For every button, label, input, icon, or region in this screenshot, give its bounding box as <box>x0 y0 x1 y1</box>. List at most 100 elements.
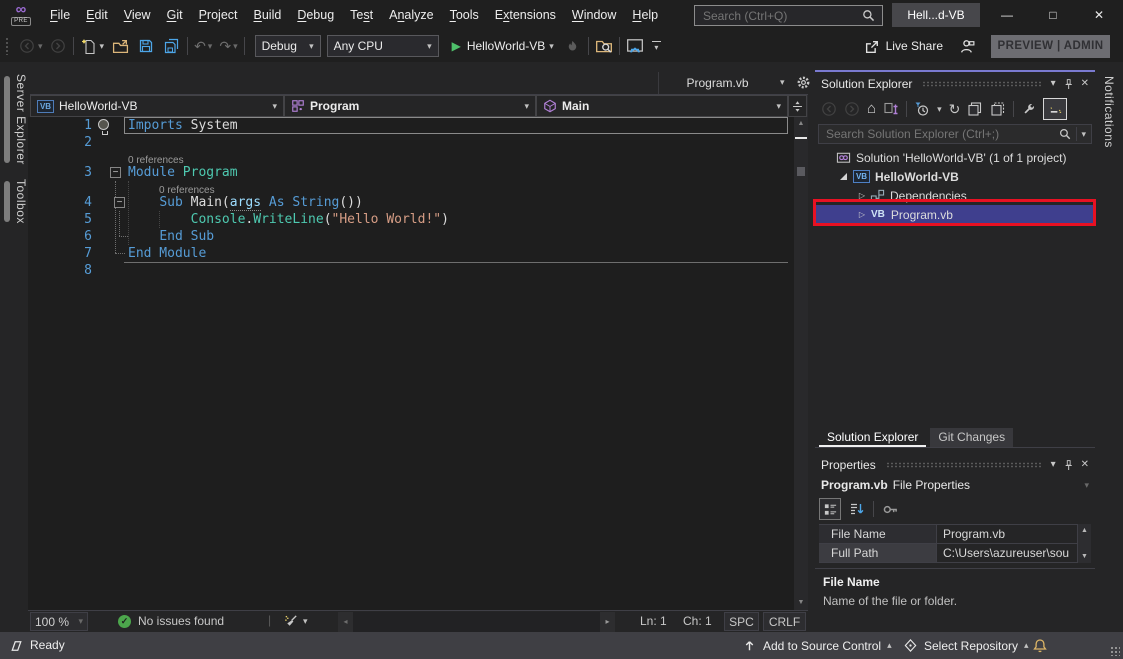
startup-dropdown-caret[interactable]: ▾ <box>549 42 554 51</box>
tool-tab-notifications[interactable]: Notifications <box>1095 74 1123 150</box>
solution-configuration-dropdown[interactable]: Debug ▾ <box>255 35 321 57</box>
line-indicator[interactable]: Ln: 1 <box>640 614 667 628</box>
add-to-source-control-button[interactable]: Add to Source Control ▴ <box>742 638 892 653</box>
solution-explorer-search-box[interactable]: ▾ <box>818 124 1092 144</box>
undo-dropdown-caret[interactable]: ▾ <box>208 42 213 51</box>
zoom-dropdown[interactable]: 100 % ▾ <box>30 612 88 631</box>
redo-dropdown-caret[interactable]: ▾ <box>233 42 238 51</box>
pending-changes-filter-icon[interactable] <box>914 101 930 117</box>
horizontal-scrollbar-track[interactable] <box>353 612 600 632</box>
tree-item-solution-helloworld-vb-1-of-1-project-[interactable]: Solution 'HelloWorld-VB' (1 of 1 project… <box>815 148 1095 167</box>
close-panel-icon[interactable]: ✕ <box>1081 460 1089 470</box>
menu-test[interactable]: Test <box>342 0 381 30</box>
resize-grip[interactable] <box>1110 646 1120 656</box>
hscroll-left-button[interactable]: ◂ <box>338 612 353 632</box>
code-line-7[interactable]: 7End Module <box>28 245 794 262</box>
code-line-3[interactable]: 3−Module Program <box>28 164 794 181</box>
new-file-button[interactable] <box>80 34 98 58</box>
selected-object-dropdown[interactable]: Program.vb File Properties ▾ <box>821 476 1089 494</box>
show-all-files-icon[interactable] <box>990 101 1006 117</box>
properties-scrollbar[interactable]: ▲ ▼ <box>1077 524 1091 563</box>
maximize-button[interactable]: □ <box>1030 0 1076 30</box>
menu-project[interactable]: Project <box>191 0 246 30</box>
window-position-caret[interactable]: ▾ <box>1051 460 1056 470</box>
hot-reload-button[interactable] <box>564 34 582 58</box>
menu-view[interactable]: View <box>116 0 159 30</box>
scroll-up-icon[interactable]: ▲ <box>1078 524 1091 537</box>
vertical-scroll-thumb[interactable] <box>797 167 805 176</box>
preview-selected-items-toggle[interactable] <box>1043 98 1067 120</box>
solution-explorer-title-bar[interactable]: Solution Explorer ▾ ✕ <box>815 73 1095 95</box>
editor-options-gear-icon[interactable] <box>796 75 811 90</box>
startup-project-label[interactable]: HelloWorld-VB <box>467 39 545 53</box>
hscroll-right-button[interactable]: ▸ <box>600 612 615 632</box>
tab-list-caret[interactable]: ▾ <box>780 78 785 87</box>
property-pages-key-icon[interactable] <box>882 501 899 518</box>
start-debugging-button[interactable]: ▶ <box>452 39 461 53</box>
toolbar-grip[interactable] <box>5 37 10 55</box>
panel-tab-git-changes[interactable]: Git Changes <box>930 428 1013 447</box>
code-line-5[interactable]: 5 Console.WriteLine("Hello World!") <box>28 211 794 228</box>
quick-search-input[interactable] <box>701 8 861 24</box>
lightbulb-icon[interactable] <box>98 119 109 130</box>
menu-build[interactable]: Build <box>246 0 290 30</box>
expander-expanded-icon[interactable] <box>840 173 847 180</box>
code-line-6[interactable]: 6 End Sub <box>28 228 794 245</box>
issues-status-label[interactable]: No issues found <box>138 614 224 628</box>
save-all-button[interactable] <box>163 34 181 58</box>
tool-tab-toolbox[interactable]: Toolbox <box>0 177 28 226</box>
filter-caret[interactable]: ▾ <box>937 105 942 114</box>
code-editor[interactable]: 1Imports System20 references3−Module Pro… <box>28 117 794 610</box>
code-line-2[interactable]: 2 <box>28 134 794 151</box>
redo-button[interactable]: ↷ <box>219 38 231 55</box>
properties-title-bar[interactable]: Properties ▾ ✕ <box>815 454 1095 476</box>
encoding-indicator[interactable]: SPC <box>724 612 759 631</box>
web-browser-button[interactable] <box>626 34 644 58</box>
menu-tools[interactable]: Tools <box>442 0 487 30</box>
close-panel-icon[interactable]: ✕ <box>1081 79 1089 89</box>
forward-icon[interactable] <box>844 101 860 117</box>
code-line-4[interactable]: 4− Sub Main(args As String()) <box>28 194 794 211</box>
navigate-forward-button[interactable] <box>49 34 67 58</box>
fold-collapse-box[interactable]: − <box>110 167 121 178</box>
toolbar-overflow-button[interactable]: ▾ <box>652 41 661 52</box>
split-window-button[interactable] <box>788 95 807 117</box>
visual-studio-logo[interactable]: ∞ PRE <box>6 4 36 26</box>
scroll-up-icon[interactable]: ▲ <box>794 117 808 131</box>
title-drag-grip[interactable] <box>886 462 1041 468</box>
property-row-file-name[interactable]: File NameProgram.vb <box>819 525 1091 544</box>
document-tab-program-vb[interactable]: Program.vb <box>658 72 776 94</box>
nav-project-dropdown[interactable]: VB HelloWorld-VB ▾ <box>30 95 284 117</box>
search-icon[interactable] <box>861 8 876 23</box>
editor-vertical-scrollbar[interactable]: ▲ ▼ <box>794 117 808 610</box>
search-options-caret[interactable]: ▾ <box>1081 130 1086 139</box>
sync-with-active-document-icon[interactable] <box>883 101 899 117</box>
minimize-button[interactable]: — <box>984 0 1030 30</box>
property-value[interactable]: Program.vb <box>937 525 1091 543</box>
menu-help[interactable]: Help <box>624 0 666 30</box>
pin-icon[interactable] <box>1062 78 1075 91</box>
nav-member-dropdown[interactable]: Main ▾ <box>536 95 788 117</box>
open-file-button[interactable] <box>111 34 129 58</box>
save-button[interactable] <box>137 34 155 58</box>
pin-icon[interactable] <box>1062 459 1075 472</box>
find-in-files-button[interactable] <box>595 34 613 58</box>
menu-edit[interactable]: Edit <box>78 0 116 30</box>
health-indicator-icon[interactable]: ✓ <box>118 615 131 628</box>
solution-platform-dropdown[interactable]: Any CPU ▾ <box>327 35 439 57</box>
undo-button[interactable]: ↶ <box>194 38 206 55</box>
menu-extensions[interactable]: Extensions <box>487 0 564 30</box>
back-icon[interactable] <box>821 101 837 117</box>
column-indicator[interactable]: Ch: 1 <box>683 614 712 628</box>
collapse-all-icon[interactable] <box>967 101 983 117</box>
navigate-back-button[interactable] <box>18 34 36 58</box>
code-line-1[interactable]: 1Imports System <box>28 117 794 134</box>
properties-wrench-icon[interactable] <box>1021 102 1036 117</box>
fold-collapse-box[interactable]: − <box>114 197 125 208</box>
menu-analyze[interactable]: Analyze <box>381 0 441 30</box>
background-tasks-icon[interactable] <box>8 637 25 654</box>
close-button[interactable]: ✕ <box>1076 0 1122 30</box>
nav-type-dropdown[interactable]: Program ▾ <box>284 95 536 117</box>
preview-admin-button[interactable]: PREVIEW | ADMIN <box>991 35 1110 58</box>
code-cleanup-button[interactable]: ▾ <box>284 614 308 629</box>
